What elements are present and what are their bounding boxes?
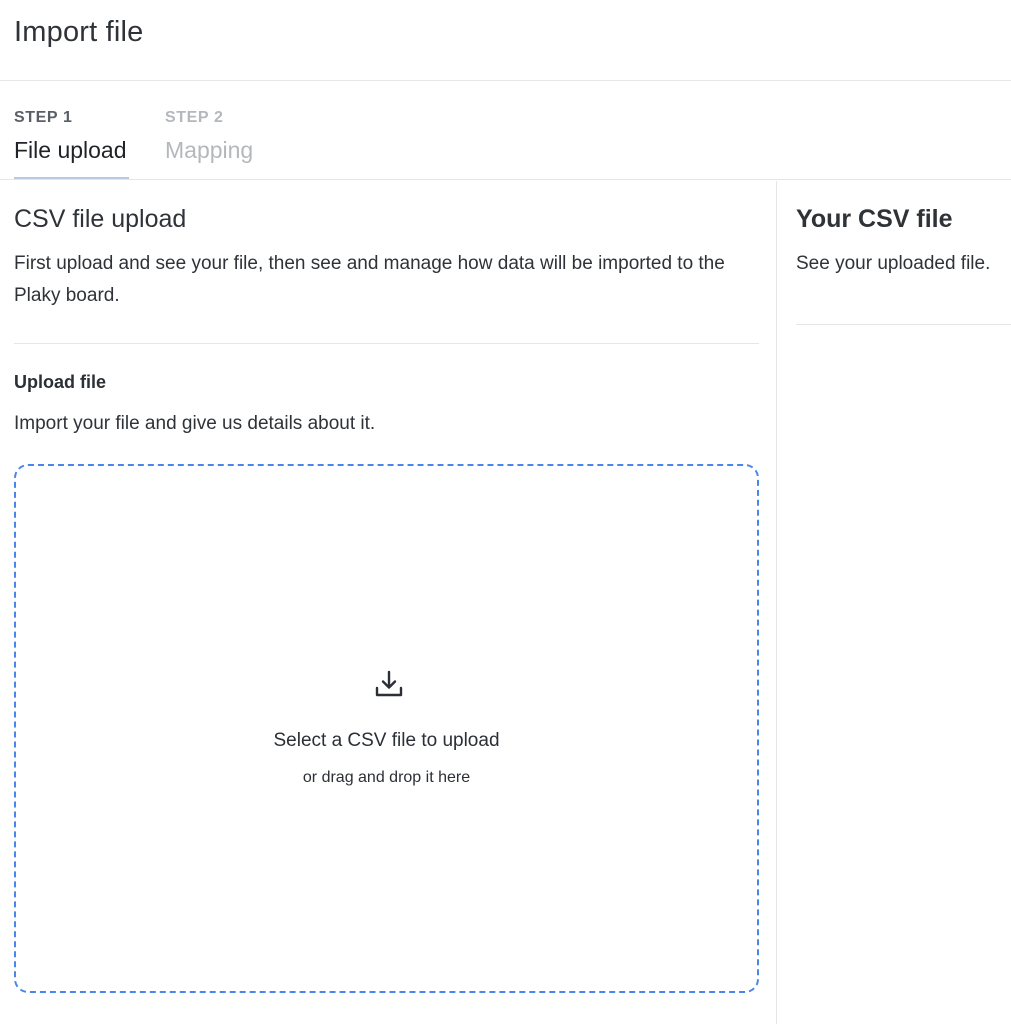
section-description: First upload and see your file, then see… — [14, 253, 725, 306]
file-dropzone[interactable]: Select a CSV file to upload or drag and … — [14, 464, 759, 993]
step-label: File upload — [14, 137, 127, 163]
divider — [796, 324, 1011, 325]
stepper: STEP 1 File upload STEP 2 Mapping — [0, 81, 1011, 180]
step-number: STEP 2 — [165, 109, 224, 126]
upload-file-title: Upload file — [14, 372, 107, 392]
step-number: STEP 1 — [14, 109, 73, 126]
step-mapping[interactable]: STEP 2 Mapping — [165, 108, 253, 164]
preview-description: See your uploaded file. — [796, 253, 991, 274]
page-title: Import file — [14, 16, 144, 48]
step-file-upload[interactable]: STEP 1 File upload — [14, 108, 127, 164]
preview-title: Your CSV file — [796, 205, 953, 233]
active-step-indicator — [14, 177, 129, 179]
divider — [14, 343, 759, 344]
page-header: Import file — [0, 0, 1011, 81]
dropzone-primary-text: Select a CSV file to upload — [273, 730, 500, 751]
step-label: Mapping — [165, 137, 254, 163]
preview-panel: Your CSV file See your uploaded file. — [778, 181, 1011, 1024]
download-icon — [375, 670, 403, 697]
upload-panel: CSV file upload First upload and see you… — [0, 181, 777, 1024]
dropzone-secondary-text: or drag and drop it here — [302, 769, 471, 786]
upload-file-description: Import your file and give us details abo… — [14, 413, 376, 434]
section-title: CSV file upload — [14, 205, 187, 233]
